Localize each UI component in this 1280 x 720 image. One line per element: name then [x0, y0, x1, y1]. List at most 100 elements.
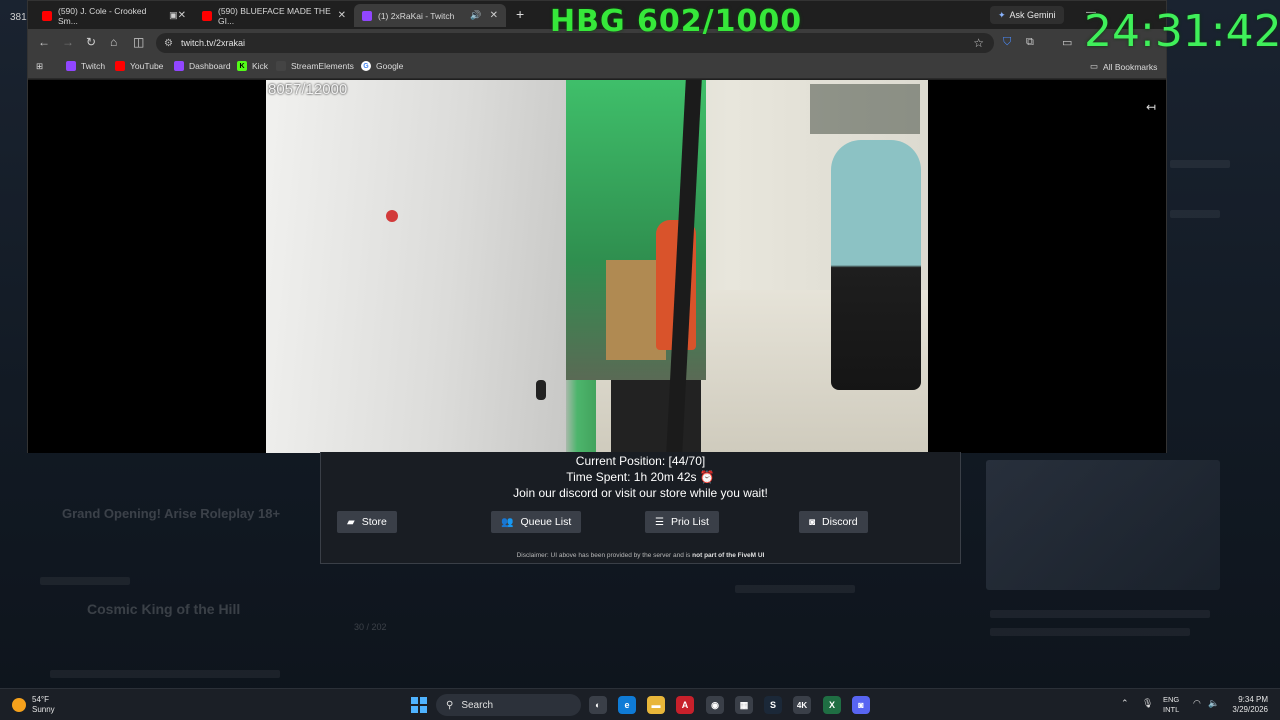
queue-list-button[interactable]: 👥 Queue List [491, 511, 582, 533]
gemini-icon: ✦ [998, 9, 1006, 20]
taskbar: 54°F Sunny ⚲ Search ◐ e ▬ A ◉ ▦ S 4K X ◙… [0, 688, 1280, 720]
microphone-icon[interactable]: 🎙 [1142, 698, 1153, 709]
clock-date: 3/29/2026 [1232, 705, 1268, 714]
cast-icon[interactable]: ▭ [1062, 36, 1072, 49]
twitch-icon [362, 10, 372, 21]
tab-label: (590) BLUEFACE MADE THE GI... [218, 5, 331, 26]
page-viewport: 8057/12000 ↤ [28, 80, 1166, 453]
app-icon[interactable]: ▦ [735, 696, 753, 714]
ask-gemini-button[interactable]: ✦ Ask Gemini [990, 6, 1064, 24]
all-bookmarks-button[interactable]: ▭ All Bookmarks [1090, 61, 1157, 72]
folder-icon: ▭ [1090, 61, 1099, 71]
taskbar-search[interactable]: ⚲ Search [436, 694, 581, 716]
bookmarks-bar: ⊞ Twitch YouTube Dashboard K Kick Stream… [28, 57, 1166, 79]
cast-icon: ▣ [169, 10, 178, 20]
home-icon[interactable]: ⌂ [110, 35, 117, 49]
list-icon: ☰ [655, 516, 664, 528]
stream-video[interactable] [266, 80, 928, 453]
steam-icon[interactable]: S [764, 696, 782, 714]
video-scene [386, 210, 398, 222]
bookmark-dashboard[interactable]: Dashboard [174, 61, 231, 71]
extensions-icon[interactable]: ⧉ [1026, 36, 1034, 49]
bookmark-label: Google [376, 61, 404, 71]
speaker-icon[interactable]: 🔊 [470, 10, 481, 21]
bg-promo-card [986, 460, 1220, 590]
new-tab-button[interactable]: + [516, 6, 524, 22]
bg-divider [40, 577, 130, 585]
bookmark-star-icon[interactable]: ☆ [973, 36, 984, 50]
discord-label: Discord [822, 516, 858, 528]
copilot-icon[interactable]: ◐ [589, 696, 607, 714]
desktop: Grand Opening! Arise Roleplay 18+ Cosmic… [0, 0, 1280, 720]
forward-icon[interactable]: → [62, 35, 74, 49]
youtube-icon [202, 10, 212, 21]
bookmark-google[interactable]: G Google [361, 61, 403, 71]
video-scene [536, 380, 546, 400]
store-label: Store [361, 516, 387, 528]
bookmark-label: Twitch [81, 61, 106, 71]
tab-youtube-1[interactable]: (590) J. Cole - Crooked Sm... ▣ ✕ [34, 4, 194, 27]
windows-icon [411, 706, 418, 713]
windows-icon [411, 697, 418, 704]
kick-icon: K [237, 61, 247, 71]
users-icon: 👥 [501, 516, 514, 528]
video-scene [611, 380, 701, 453]
close-icon[interactable]: ✕ [490, 10, 498, 21]
prio-list-button[interactable]: ☰ Prio List [645, 511, 719, 533]
bookmark-label: YouTube [130, 61, 164, 71]
video-scene [266, 80, 566, 453]
twitch-icon [174, 61, 184, 71]
bookmark-label: Kick [252, 61, 269, 71]
streamelements-icon [276, 61, 286, 71]
start-button[interactable] [411, 697, 427, 713]
bookmark-kick[interactable]: K Kick [237, 61, 268, 71]
bg-server-name: Grand Opening! Arise Roleplay 18+ [62, 506, 281, 521]
back-icon[interactable]: ← [38, 35, 50, 49]
discord-button[interactable]: ◙ Discord [799, 511, 868, 533]
bookmark-streamelements[interactable]: StreamElements [276, 61, 354, 71]
edge-icon[interactable]: e [618, 696, 636, 714]
language-indicator[interactable]: ENG INTL [1163, 695, 1179, 715]
volume-icon[interactable]: 🔈 [1208, 698, 1219, 709]
store-button[interactable]: ▰ Store [337, 511, 397, 533]
chevron-up-icon[interactable]: ⌃ [1121, 698, 1129, 709]
google-icon: G [361, 61, 371, 71]
camera-icon: ▰ [347, 516, 355, 528]
windows-icon [420, 706, 427, 713]
browser-window: (590) J. Cole - Crooked Sm... ▣ ✕ (590) … [27, 0, 1167, 453]
weather-desc: Sunny [32, 705, 55, 714]
tab-label: (1) 2xRaKai - Twitch [378, 10, 455, 21]
close-icon[interactable]: ✕ [178, 10, 186, 21]
close-icon[interactable]: ✕ [338, 10, 346, 21]
queue-time-spent: Time Spent: 1h 20m 42s ⏰ [566, 470, 715, 484]
twitch-icon [66, 61, 76, 71]
chrome-icon[interactable]: ◉ [706, 696, 724, 714]
lang-bottom: INTL [1163, 705, 1180, 714]
bg-featured-title: Cosmic King of the Hill [87, 601, 241, 617]
bookmark-label: StreamElements [291, 61, 354, 71]
4k-app-icon[interactable]: 4K [793, 696, 811, 714]
tab-twitch[interactable]: (1) 2xRaKai - Twitch 🔊 ✕ [354, 4, 506, 27]
reload-icon[interactable]: ↻ [86, 35, 96, 49]
file-explorer-icon[interactable]: ▬ [647, 696, 665, 714]
search-label: Search [461, 699, 494, 711]
stream-chat-overlay [810, 84, 920, 134]
adobe-icon[interactable]: A [676, 696, 694, 714]
bookmark-twitch[interactable]: Twitch [66, 61, 105, 71]
discord-icon: ◙ [809, 516, 816, 528]
weather-widget[interactable]: 54°F Sunny [12, 695, 55, 715]
collapse-arrow-icon[interactable]: ↤ [1146, 100, 1156, 114]
site-info-icon[interactable]: ⚙ [164, 38, 173, 49]
discord-icon[interactable]: ◙ [852, 696, 870, 714]
sun-icon [12, 698, 26, 712]
tab-youtube-2[interactable]: (590) BLUEFACE MADE THE GI... ✕ [194, 4, 354, 27]
excel-icon[interactable]: X [823, 696, 841, 714]
wifi-icon[interactable]: ◠ [1193, 698, 1201, 709]
bookmark-youtube[interactable]: YouTube [115, 61, 163, 71]
system-clock[interactable]: 9:34 PM 3/29/2026 [1226, 695, 1268, 715]
extension-shield-icon[interactable]: ⛉ [1003, 36, 1011, 49]
apps-icon[interactable]: ⊞ [36, 61, 43, 72]
bg-divider [990, 610, 1210, 618]
lang-top: ENG [1163, 695, 1180, 704]
split-view-icon[interactable]: ◫ [133, 35, 144, 49]
